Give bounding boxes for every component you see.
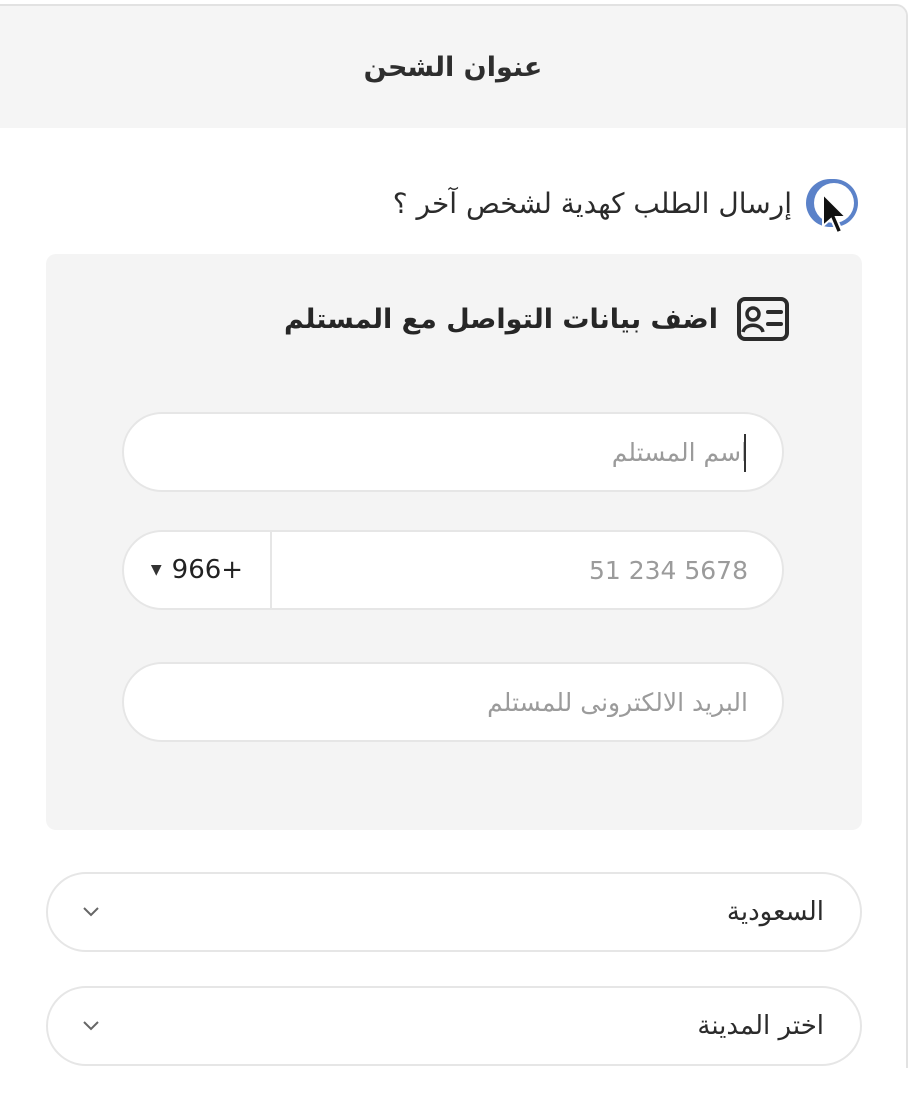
recipient-name-field[interactable] [122, 412, 784, 492]
gift-toggle-label: إرسال الطلب كهدية لشخص آخر ؟ [392, 186, 792, 220]
recipient-phone-field[interactable]: ▼ 966+ [122, 530, 784, 610]
page-title: عنوان الشحن [363, 51, 543, 83]
country-code-value: 966+ [171, 555, 244, 585]
contact-card-icon [737, 297, 789, 341]
text-caret [744, 434, 746, 472]
chevron-down-icon [83, 907, 99, 917]
country-code-dropdown[interactable]: ▼ 966+ [124, 532, 272, 608]
city-select-value: اختر المدينة [697, 1011, 824, 1041]
country-select-value: السعودية [726, 897, 824, 927]
recipient-phone-input[interactable] [272, 532, 782, 608]
recipient-contact-title: اضف بيانات التواصل مع المستلم [284, 303, 718, 335]
chevron-down-icon [83, 1021, 99, 1031]
city-select[interactable]: اختر المدينة [46, 986, 862, 1066]
recipient-email-field[interactable] [122, 662, 784, 742]
recipient-name-input[interactable] [124, 414, 782, 490]
recipient-contact-heading: اضف بيانات التواصل مع المستلم [284, 296, 790, 342]
mouse-pointer-icon [822, 192, 846, 235]
recipient-contact-panel: اضف بيانات التواصل مع المستلم ▼ 966+ [46, 254, 862, 830]
country-select[interactable]: السعودية [46, 872, 862, 952]
recipient-email-input[interactable] [124, 664, 782, 740]
shipping-address-card: عنوان الشحن إرسال الطلب كهدية لشخص آخر ؟… [0, 4, 908, 1068]
gift-toggle-row[interactable]: إرسال الطلب كهدية لشخص آخر ؟ [393, 176, 858, 230]
triangle-down-icon: ▼ [150, 562, 162, 578]
card-header: عنوان الشحن [0, 6, 906, 128]
